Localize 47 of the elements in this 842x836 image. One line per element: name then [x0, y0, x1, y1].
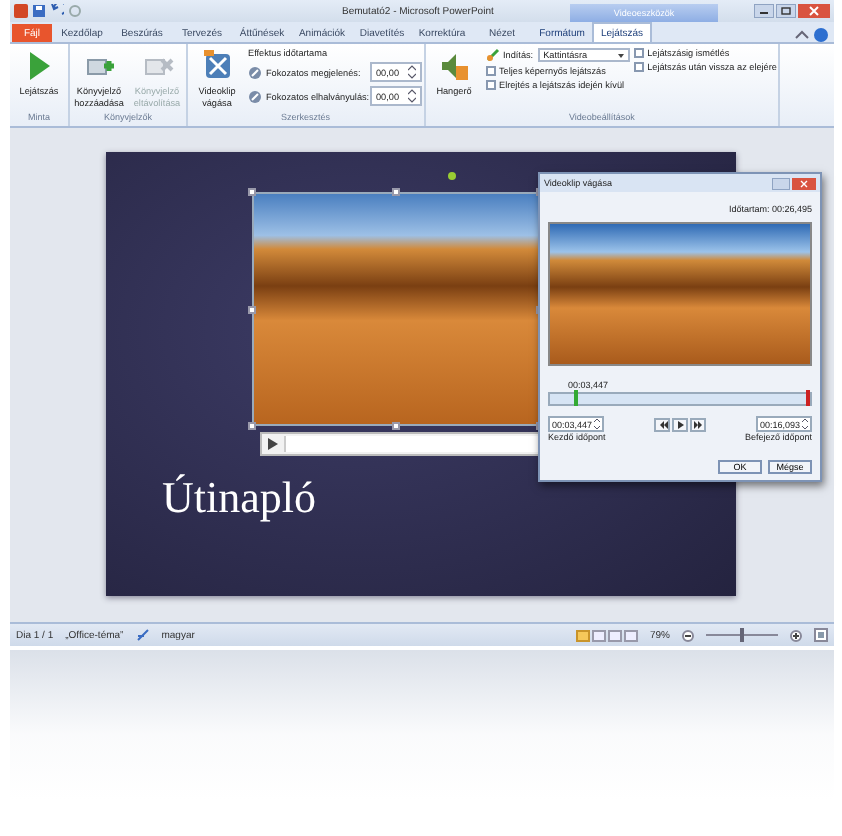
checkbox-box[interactable] [633, 62, 644, 72]
view-button[interactable] [591, 629, 606, 641]
fade-icon [248, 89, 262, 103]
rotation-handle[interactable] [448, 172, 456, 180]
spell-check-icon[interactable] [135, 628, 150, 642]
start-marker[interactable] [574, 390, 578, 406]
minimize-button[interactable] [754, 4, 774, 18]
end-marker[interactable] [806, 390, 810, 406]
resize-handle[interactable] [248, 188, 256, 196]
view-button[interactable] [623, 629, 638, 641]
next-frame-button[interactable] [690, 417, 706, 431]
speaker-icon [438, 50, 470, 82]
play-icon[interactable] [268, 438, 278, 450]
trim-track[interactable] [548, 392, 812, 406]
resize-handle[interactable] [248, 422, 256, 430]
next-frame-icon [693, 419, 703, 429]
spin-arrows-icon[interactable] [594, 418, 601, 430]
spin-arrows-icon[interactable] [407, 88, 415, 104]
close-button[interactable] [792, 177, 816, 189]
resize-handle[interactable] [392, 188, 400, 196]
start-icon [485, 48, 499, 62]
view-button[interactable] [607, 629, 622, 641]
zoom-out-icon[interactable] [682, 629, 694, 641]
help-icon[interactable] [814, 28, 828, 42]
checkbox-box[interactable] [633, 48, 644, 58]
checkbox-box[interactable] [485, 80, 495, 90]
collapse-ribbon-icon[interactable] [794, 28, 810, 42]
play-icon [675, 419, 685, 429]
previous-frame-button[interactable] [654, 417, 670, 431]
checkbox-box[interactable] [485, 66, 495, 76]
fade-icon [248, 65, 262, 79]
spin-arrows-icon[interactable] [407, 64, 415, 80]
fit-to-window-icon[interactable] [814, 628, 828, 642]
resize-handle[interactable] [248, 306, 256, 314]
slide-title: Útinapló [162, 472, 316, 524]
app-icon [14, 4, 28, 18]
previous-frame-icon [657, 419, 667, 429]
resize-handle[interactable] [392, 422, 400, 430]
save-icon[interactable] [32, 4, 46, 18]
zoom-in-icon[interactable] [790, 629, 802, 641]
view-button[interactable] [575, 629, 590, 641]
play-button[interactable] [672, 417, 688, 431]
close-button[interactable] [798, 4, 830, 18]
film-trim-icon [201, 50, 233, 82]
spin-arrows-icon[interactable] [802, 418, 808, 430]
maximize-button[interactable] [776, 4, 796, 18]
caret-icon [617, 53, 624, 57]
